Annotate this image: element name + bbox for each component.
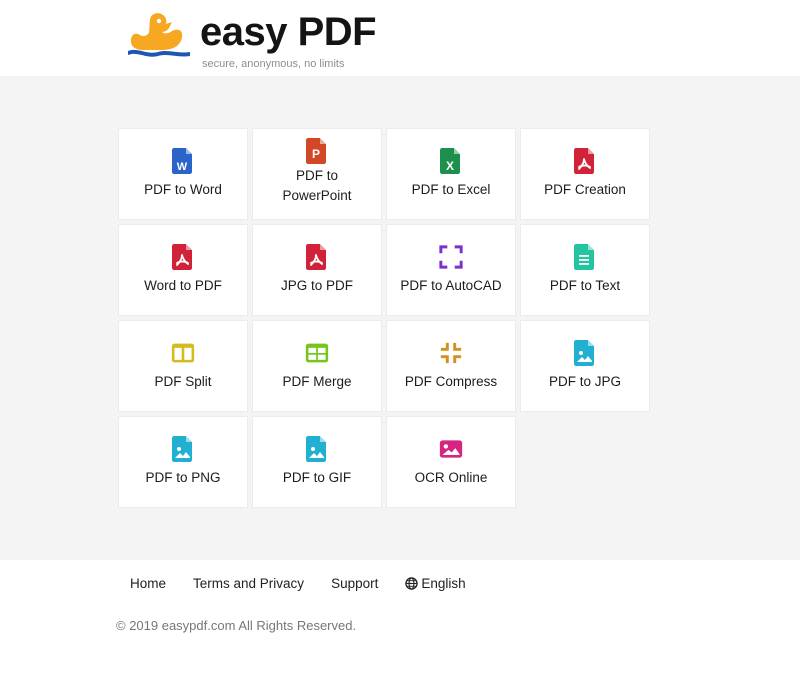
duck-logo-icon <box>128 13 190 57</box>
tools-section: W PDF to Word P PDF to PowerPoint X PDF to Ex… <box>0 76 800 560</box>
language-label: English <box>421 576 466 591</box>
tool-tile-pdf-to-jpg[interactable]: PDF to JPG <box>520 320 650 412</box>
tool-label: OCR Online <box>414 470 488 485</box>
image-file-icon <box>171 436 195 462</box>
footer-link-terms[interactable]: Terms and Privacy <box>193 576 304 591</box>
svg-text:P: P <box>312 147 320 161</box>
tagline: secure, anonymous, no limits <box>202 58 345 70</box>
tool-label: PDF to PNG <box>145 470 221 485</box>
footer-link-support[interactable]: Support <box>331 576 378 591</box>
tool-label: PDF to Excel <box>411 182 491 197</box>
copyright: © 2019 easypdf.com All Rights Reserved. <box>116 618 357 633</box>
split-columns-icon <box>171 340 195 366</box>
expand-corners-icon <box>439 244 463 270</box>
pdf-file-icon <box>573 148 597 174</box>
tool-tile-pdf-to-text[interactable]: PDF to Text <box>520 224 650 316</box>
tool-tile-pdf-to-excel[interactable]: X PDF to Excel <box>386 128 516 220</box>
tool-label: PDF to Text <box>549 278 621 293</box>
pdf-file-icon <box>171 244 195 270</box>
tool-label: Word to PDF <box>144 278 222 293</box>
tool-tile-pdf-compress[interactable]: PDF Compress <box>386 320 516 412</box>
brand-name: easy PDF <box>200 10 377 54</box>
tool-tile-pdf-creation[interactable]: PDF Creation <box>520 128 650 220</box>
excel-file-icon: X <box>439 148 463 174</box>
tool-label: JPG to PDF <box>280 278 353 293</box>
tool-label: PDF Creation <box>544 182 626 197</box>
text-file-icon <box>573 244 597 270</box>
footer-nav: Home Terms and Privacy Support English <box>130 576 493 591</box>
language-selector[interactable]: English <box>405 576 466 591</box>
tool-tile-pdf-to-word[interactable]: W PDF to Word <box>118 128 248 220</box>
tool-label: PDF to JPG <box>548 374 621 389</box>
tool-label: PDF Merge <box>282 374 352 389</box>
tool-label: PDF to Word <box>144 182 222 197</box>
tool-tile-pdf-merge[interactable]: PDF Merge <box>252 320 382 412</box>
svg-text:W: W <box>177 161 188 173</box>
svg-text:X: X <box>446 159 454 173</box>
tool-tile-ocr-online[interactable]: OCR Online <box>386 416 516 508</box>
merge-grid-icon <box>305 340 329 366</box>
tools-grid: W PDF to Word P PDF to PowerPoint X PDF to Ex… <box>118 128 650 508</box>
tool-tile-pdf-split[interactable]: PDF Split <box>118 320 248 412</box>
pdf-file-icon <box>305 244 329 270</box>
header: easy PDF secure, anonymous, no limits <box>0 0 800 76</box>
footer-link-home[interactable]: Home <box>130 576 166 591</box>
tool-label: PDF to PowerPoint <box>282 168 352 203</box>
footer: Home Terms and Privacy Support English ©… <box>0 560 800 678</box>
tool-tile-word-to-pdf[interactable]: Word to PDF <box>118 224 248 316</box>
globe-icon <box>405 577 419 590</box>
tool-label: PDF Split <box>154 374 212 389</box>
tool-tile-jpg-to-pdf[interactable]: JPG to PDF <box>252 224 382 316</box>
image-file-icon <box>305 436 329 462</box>
image-file-icon <box>573 340 597 366</box>
tool-tile-pdf-to-powerpoint[interactable]: P PDF to PowerPoint <box>252 128 382 220</box>
tool-label: PDF to AutoCAD <box>400 278 502 293</box>
powerpoint-file-icon: P <box>305 138 329 164</box>
picture-icon <box>439 436 463 462</box>
tool-label: PDF to GIF <box>282 470 352 485</box>
tool-tile-pdf-to-gif[interactable]: PDF to GIF <box>252 416 382 508</box>
compress-corners-icon <box>439 340 463 366</box>
word-file-icon: W <box>171 148 195 174</box>
tool-tile-pdf-to-autocad[interactable]: PDF to AutoCAD <box>386 224 516 316</box>
tool-tile-pdf-to-png[interactable]: PDF to PNG <box>118 416 248 508</box>
tool-label: PDF Compress <box>404 374 498 389</box>
